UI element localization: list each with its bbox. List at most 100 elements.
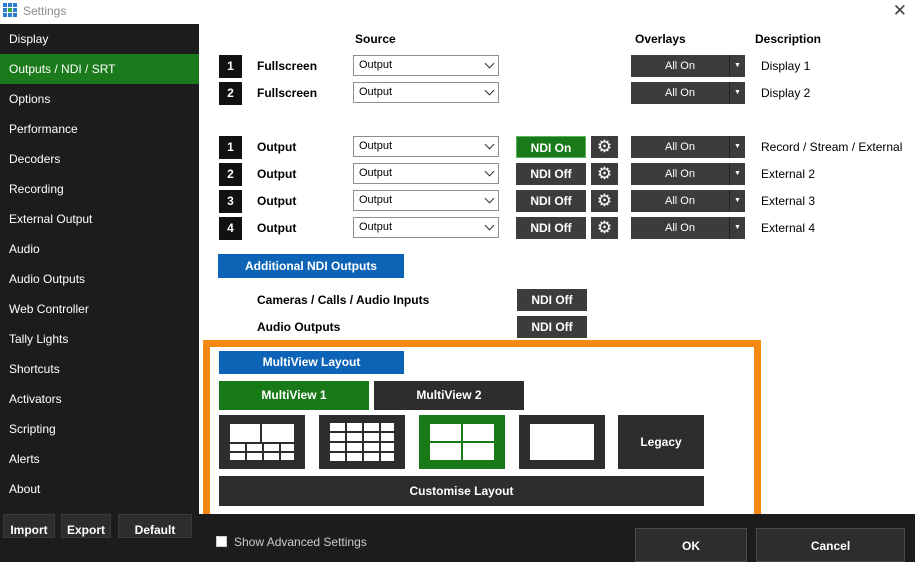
export-button[interactable]: Export [61, 514, 111, 538]
layout-option-1[interactable] [219, 415, 305, 469]
output-4-overlays-value: All On [665, 222, 695, 234]
output-1-description: Record / Stream / External [761, 140, 903, 154]
title-bar: Settings ✕ [0, 0, 915, 22]
output-2-settings-button[interactable]: ⚙ [591, 163, 618, 185]
output-2-source-value: Output [359, 167, 393, 179]
show-advanced-checkbox[interactable] [216, 536, 227, 547]
sidebar-item-alerts[interactable]: Alerts [0, 444, 199, 474]
fullscreen-1-source-value: Output [359, 59, 393, 71]
sidebar-item-decoders[interactable]: Decoders [0, 144, 199, 174]
chevron-down-icon [484, 85, 495, 96]
fullscreen-1-description: Display 1 [761, 59, 811, 73]
sidebar-item-options[interactable]: Options [0, 84, 199, 114]
fullscreen-2-source-value: Output [359, 86, 393, 98]
cameras-ndi-toggle[interactable]: NDI Off [517, 289, 587, 311]
gear-icon: ⚙ [596, 218, 613, 237]
output-3-label: Output [257, 194, 297, 208]
sidebar-item-about[interactable]: About [0, 474, 199, 504]
output-4-number: 4 [219, 217, 242, 240]
output-4-label: Output [257, 221, 297, 235]
output-3-settings-button[interactable]: ⚙ [591, 190, 618, 212]
output-3-overlays-dropdown[interactable]: All On ▼ [631, 190, 745, 212]
output-1-settings-button[interactable]: ⚙ [591, 136, 618, 158]
output-4-source-select[interactable]: Output [353, 217, 499, 238]
overlays-header: Overlays [635, 32, 686, 46]
audio-outputs-ndi-toggle[interactable]: NDI Off [517, 316, 587, 338]
fullscreen-2-overlays-dropdown[interactable]: All On ▼ [631, 82, 745, 104]
output-1-number: 1 [219, 136, 242, 159]
output-2-overlays-dropdown[interactable]: All On ▼ [631, 163, 745, 185]
output-2-number: 2 [219, 163, 242, 186]
cancel-button[interactable]: Cancel [756, 528, 905, 562]
sidebar-item-scripting[interactable]: Scripting [0, 414, 199, 444]
layout-option-3[interactable] [419, 415, 505, 469]
output-2-overlays-value: All On [665, 168, 695, 180]
fullscreen-1-overlays-dropdown[interactable]: All On ▼ [631, 55, 745, 77]
output-3-source-select[interactable]: Output [353, 190, 499, 211]
chevron-down-icon [484, 58, 495, 69]
fullscreen-2-number: 2 [219, 82, 242, 105]
dropdown-arrow-icon: ▼ [734, 170, 741, 177]
layout-grid-2-icon [330, 423, 394, 461]
sidebar-item-shortcuts[interactable]: Shortcuts [0, 354, 199, 384]
output-2-label: Output [257, 167, 297, 181]
output-3-overlays-value: All On [665, 195, 695, 207]
output-4-overlays-dropdown[interactable]: All On ▼ [631, 217, 745, 239]
sidebar-item-tally-lights[interactable]: Tally Lights [0, 324, 199, 354]
fullscreen-1-label: Fullscreen [257, 59, 318, 73]
output-4-source-value: Output [359, 221, 393, 233]
fullscreen-1-number: 1 [219, 55, 242, 78]
fullscreen-1-source-select[interactable]: Output [353, 55, 499, 76]
sidebar-item-performance[interactable]: Performance [0, 114, 199, 144]
output-1-overlays-dropdown[interactable]: All On ▼ [631, 136, 745, 158]
fullscreen-1-overlays-value: All On [665, 60, 695, 72]
chevron-down-icon [484, 166, 495, 177]
multiview-layout-header: MultiView Layout [219, 351, 404, 374]
tab-multiview-2[interactable]: MultiView 2 [374, 381, 524, 410]
legacy-layout-button[interactable]: Legacy [618, 415, 704, 469]
output-2-source-select[interactable]: Output [353, 163, 499, 184]
fullscreen-2-description: Display 2 [761, 86, 811, 100]
output-1-ndi-toggle[interactable]: NDI On [516, 136, 586, 158]
output-3-ndi-toggle[interactable]: NDI Off [516, 190, 586, 212]
default-button[interactable]: Default [118, 514, 192, 538]
app-grid-icon [3, 3, 18, 18]
output-1-source-select[interactable]: Output [353, 136, 499, 157]
fullscreen-2-overlays-value: All On [665, 87, 695, 99]
layout-option-4[interactable] [519, 415, 605, 469]
output-4-description: External 4 [761, 221, 816, 235]
output-2-ndi-toggle[interactable]: NDI Off [516, 163, 586, 185]
output-4-ndi-toggle[interactable]: NDI Off [516, 217, 586, 239]
sidebar-item-audio[interactable]: Audio [0, 234, 199, 264]
source-header: Source [355, 32, 396, 46]
output-4-settings-button[interactable]: ⚙ [591, 217, 618, 239]
show-advanced-label: Show Advanced Settings [234, 535, 367, 549]
layout-grid-3-icon [430, 424, 494, 460]
customise-layout-button[interactable]: Customise Layout [219, 476, 704, 506]
fullscreen-2-label: Fullscreen [257, 86, 318, 100]
output-3-source-value: Output [359, 194, 393, 206]
sidebar-item-display[interactable]: Display [0, 24, 199, 54]
sidebar-item-external-output[interactable]: External Output [0, 204, 199, 234]
chevron-down-icon [484, 193, 495, 204]
sidebar-item-activators[interactable]: Activators [0, 384, 199, 414]
close-icon[interactable]: ✕ [893, 1, 907, 21]
gear-icon: ⚙ [596, 164, 613, 183]
additional-ndi-outputs-button[interactable]: Additional NDI Outputs [218, 254, 404, 278]
output-1-source-value: Output [359, 140, 393, 152]
fullscreen-2-source-select[interactable]: Output [353, 82, 499, 103]
sidebar-item-outputs[interactable]: Outputs / NDI / SRT [0, 54, 199, 84]
dropdown-arrow-icon: ▼ [734, 143, 741, 150]
layout-option-2[interactable] [319, 415, 405, 469]
output-3-description: External 3 [761, 194, 816, 208]
ok-button[interactable]: OK [635, 528, 747, 562]
import-button[interactable]: Import [3, 514, 55, 538]
layout-grid-1-icon [230, 424, 294, 460]
dropdown-arrow-icon: ▼ [734, 197, 741, 204]
sidebar-item-web-controller[interactable]: Web Controller [0, 294, 199, 324]
output-2-description: External 2 [761, 167, 816, 181]
gear-icon: ⚙ [596, 191, 613, 210]
tab-multiview-1[interactable]: MultiView 1 [219, 381, 369, 410]
sidebar-item-audio-outputs[interactable]: Audio Outputs [0, 264, 199, 294]
sidebar-item-recording[interactable]: Recording [0, 174, 199, 204]
